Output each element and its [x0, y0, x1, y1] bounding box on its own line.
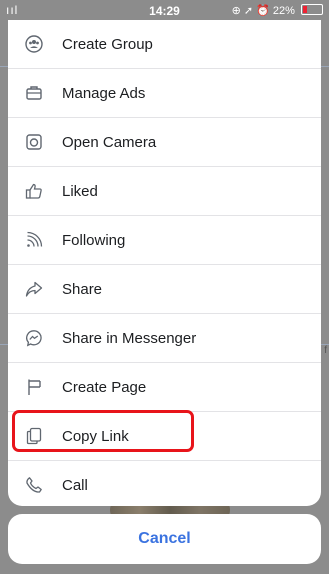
menu-item-label: Call	[62, 476, 88, 494]
flag-icon	[24, 377, 44, 397]
menu-item-share[interactable]: Share	[8, 265, 321, 314]
menu-item-label: Create Page	[62, 378, 147, 396]
battery-percent: 22%	[272, 5, 295, 17]
menu-item-label: Following	[62, 231, 126, 249]
share-arrow-icon	[24, 279, 44, 299]
action-sheet: Create Group Manage Ads Open Camera Like…	[8, 20, 321, 506]
menu-item-label: Create Group	[62, 35, 153, 53]
group-icon	[24, 34, 44, 54]
cancel-button[interactable]: Cancel	[8, 514, 321, 564]
menu-item-create-group[interactable]: Create Group	[8, 20, 321, 69]
camera-icon	[24, 132, 44, 152]
status-bar: ııl 14:29 ⊕ ➚ ⏰ 22%	[0, 0, 329, 20]
menu-item-label: Liked	[62, 182, 98, 200]
copy-link-highlight	[12, 410, 194, 452]
thumbs-up-icon	[24, 181, 44, 201]
battery-icon	[301, 4, 323, 15]
menu-item-following[interactable]: Following	[8, 216, 321, 265]
rss-icon	[24, 230, 44, 250]
briefcase-icon	[24, 83, 44, 103]
menu-item-open-camera[interactable]: Open Camera	[8, 118, 321, 167]
menu-item-label: Share	[62, 280, 103, 298]
menu-item-liked[interactable]: Liked	[8, 167, 321, 216]
status-indicators: ⊕ ➚ ⏰ 22%	[232, 4, 323, 17]
menu-item-manage-ads[interactable]: Manage Ads	[8, 69, 321, 118]
status-icons: ⊕ ➚ ⏰	[231, 5, 270, 17]
menu-item-create-page[interactable]: Create Page	[8, 363, 321, 412]
menu-item-label: Open Camera	[62, 133, 157, 151]
menu-item-label: Share in Messenger	[62, 329, 197, 347]
menu-item-share-in-messenger[interactable]: Share in Messenger	[8, 314, 321, 363]
background-text: f	[324, 345, 327, 356]
phone-icon	[24, 475, 44, 495]
menu-item-label: Manage Ads	[62, 84, 146, 102]
menu-item-call[interactable]: Call	[8, 461, 321, 506]
messenger-icon	[24, 328, 44, 348]
